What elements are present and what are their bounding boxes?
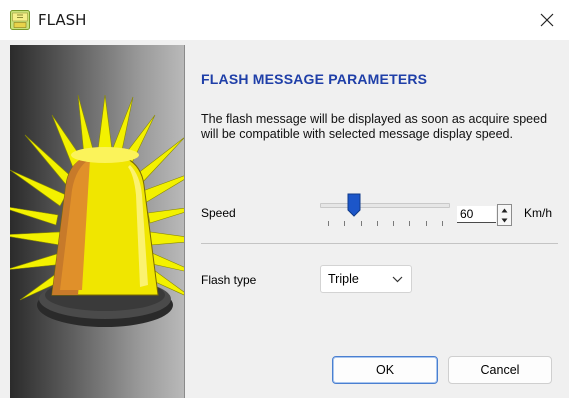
flashing-beacon-illustration	[10, 45, 184, 398]
spinner-buttons[interactable]	[497, 204, 512, 226]
speed-slider[interactable]	[320, 190, 450, 230]
flash-type-dropdown[interactable]: Triple	[320, 265, 412, 293]
section-heading: FLASH MESSAGE PARAMETERS	[201, 71, 428, 87]
flash-type-value[interactable]: Triple	[328, 272, 359, 286]
beacon-light-icon	[10, 94, 184, 327]
chevron-down-icon[interactable]	[392, 276, 403, 283]
spin-down-button[interactable]	[498, 215, 511, 225]
slider-thumb[interactable]	[347, 193, 361, 217]
slider-tick	[377, 221, 378, 226]
close-icon[interactable]	[540, 13, 554, 27]
flash-type-label: Flash type	[201, 273, 257, 287]
slider-tick	[344, 221, 345, 226]
spin-up-button[interactable]	[498, 205, 511, 215]
cancel-button[interactable]: Cancel	[448, 356, 552, 384]
section-separator	[201, 243, 558, 244]
slider-track[interactable]	[320, 203, 450, 208]
title-bar: FLASH	[0, 0, 569, 40]
speed-spinner[interactable]: 60	[455, 202, 513, 226]
speed-unit: Km/h	[524, 206, 553, 220]
slider-tick	[361, 221, 362, 226]
flash-app-icon	[10, 10, 30, 30]
slider-tick	[328, 221, 329, 226]
slider-tick	[409, 221, 410, 226]
slider-tick	[393, 221, 394, 226]
flash-dialog: FLASH FLASH MESSAGE PARAMETERS The flash…	[0, 0, 569, 398]
slider-tick	[442, 221, 443, 226]
speed-label: Speed	[201, 206, 236, 220]
arrow-down-icon[interactable]	[501, 218, 508, 223]
window-title: FLASH	[38, 11, 87, 29]
slider-tick	[426, 221, 427, 226]
speed-value-input[interactable]: 60	[457, 206, 496, 223]
ok-button[interactable]: OK	[332, 356, 438, 384]
panel-divider	[184, 45, 185, 398]
close-button[interactable]	[525, 0, 569, 40]
description-text: The flash message will be displayed as s…	[201, 112, 548, 141]
arrow-up-icon[interactable]	[501, 208, 508, 213]
